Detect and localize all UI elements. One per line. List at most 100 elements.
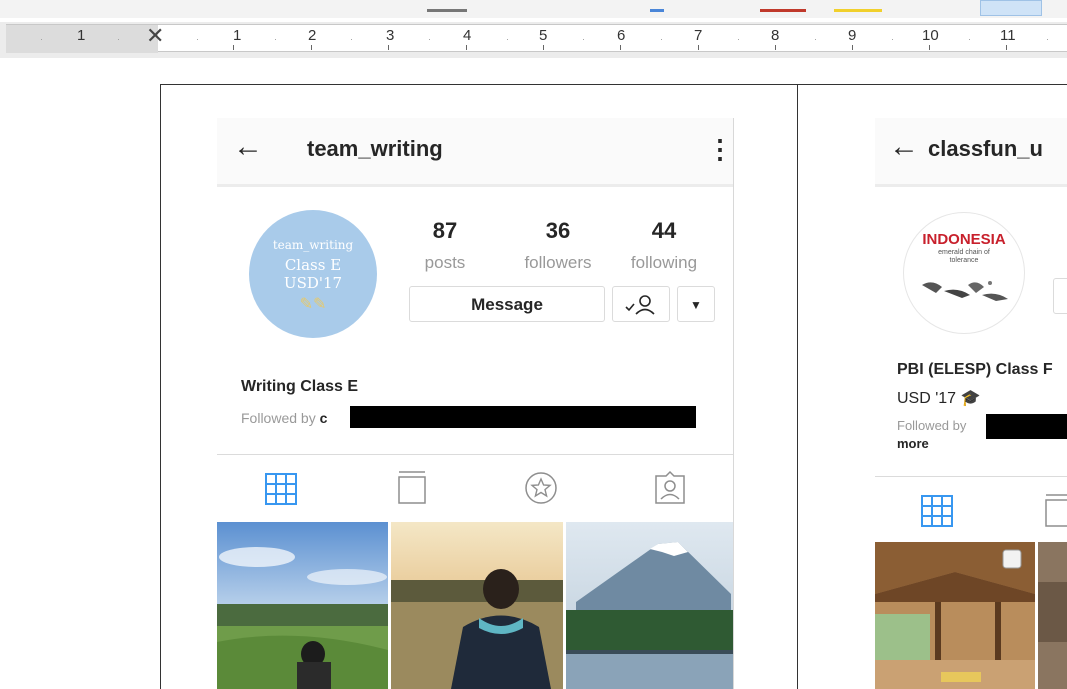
post-thumbnail[interactable]: [875, 542, 1035, 689]
followed-by-text[interactable]: Followed by: [897, 418, 966, 433]
post-thumbnail[interactable]: [391, 522, 563, 689]
ruler-tick: [466, 45, 467, 50]
post-thumbnail[interactable]: [217, 522, 388, 689]
tabs-divider: [217, 454, 733, 455]
toolbar-selected-box[interactable]: [980, 0, 1042, 16]
message-button[interactable]: [1053, 278, 1067, 314]
followed-by-user: c: [319, 410, 328, 426]
profile-username: team_writing: [307, 136, 443, 161]
post-thumbnail[interactable]: [1038, 542, 1067, 689]
table-border-top: [160, 84, 1067, 85]
followed-by-text[interactable]: Followed by c: [241, 410, 327, 426]
star-icon[interactable]: [524, 471, 558, 505]
instagram-profile-screenshot-2[interactable]: ← classfun_u INDONESIA emerald chain of …: [875, 118, 1067, 689]
avatar-logo-title: INDONESIA: [922, 231, 1006, 248]
following-check-user-icon: [625, 295, 655, 315]
avatar[interactable]: INDONESIA emerald chain of tolerance: [903, 212, 1025, 334]
avatar-logo-subtitle-line2: tolerance: [949, 257, 979, 264]
ruler-number: 9: [848, 27, 857, 44]
ruler-number: 1: [77, 27, 86, 44]
table-border-middle: [797, 84, 798, 689]
ruler-dot: ·: [660, 34, 663, 44]
bio-name: PBI (ELESP) Class F: [897, 361, 1053, 378]
toolbar-swatch-yellow[interactable]: [834, 9, 882, 12]
ruler-dot: ·: [814, 34, 817, 44]
toolbar-strip: [0, 0, 1067, 18]
redaction-bar: [986, 414, 1067, 439]
ruler-band: [6, 24, 1067, 52]
temple-photo: [1038, 542, 1067, 689]
table-border-left: [160, 84, 161, 689]
avatar-text-line2: Class E: [284, 256, 342, 274]
ruler-tick: [388, 45, 389, 50]
avatar[interactable]: team_writing Class E USD'17 ✎✎: [249, 210, 377, 338]
ruler-tick: [233, 45, 234, 50]
post-thumbnail[interactable]: [566, 522, 733, 689]
graduation-cap-icon: 🎓: [960, 390, 981, 407]
ruler-number: 4: [463, 27, 472, 44]
more-options-icon[interactable]: ⋮: [707, 134, 733, 165]
igtv-icon[interactable]: [398, 470, 426, 506]
ruler-dot: ·: [350, 34, 353, 44]
ruler-dot: ·: [1046, 34, 1049, 44]
toolbar-swatch-blue[interactable]: [650, 9, 664, 12]
ruler-dot: ·: [40, 34, 43, 44]
ruler-tick: [543, 45, 544, 50]
posts-count[interactable]: 87: [400, 218, 490, 244]
ruler-dot: ·: [117, 34, 120, 44]
ruler-number: 2: [308, 27, 317, 44]
ruler-number: 6: [617, 27, 626, 44]
suggestions-dropdown-button[interactable]: ▼: [677, 286, 715, 322]
ruler-dot: ·: [274, 34, 277, 44]
profile-header: ← team_writing ⋮: [217, 118, 733, 187]
following-count[interactable]: 44: [619, 218, 709, 244]
indent-marker-icon[interactable]: ✕: [146, 23, 164, 49]
ruler-dot: ·: [428, 34, 431, 44]
ruler-number: 10: [922, 27, 939, 44]
tagged-icon[interactable]: [653, 470, 687, 506]
ruler-tick: [698, 45, 699, 50]
toolbar-swatch-red[interactable]: [760, 9, 806, 12]
tabs-divider: [875, 476, 1067, 477]
posts-label: posts: [424, 253, 466, 272]
pavilion-photo: [875, 542, 1035, 689]
grid-icon[interactable]: [264, 472, 298, 506]
toolbar-swatch-gray[interactable]: [427, 9, 467, 12]
ruler-tick: [1006, 45, 1007, 50]
ruler-number: 5: [539, 27, 548, 44]
ruler-number: 3: [386, 27, 395, 44]
ruler-dot: ·: [891, 34, 894, 44]
ruler-tick: [311, 45, 312, 50]
more-link[interactable]: more: [897, 436, 929, 451]
volcano-photo: [566, 522, 733, 689]
bio-name: Writing Class E: [241, 378, 359, 395]
indonesia-map-icon: [922, 281, 1008, 301]
ruler-dot: ·: [968, 34, 971, 44]
igtv-icon[interactable]: [1045, 493, 1067, 529]
horizontal-ruler[interactable]: · 1 · ✕ · 1 · 2 · 3 · 4 · 5 · 6 · 7 · 8 …: [0, 22, 1067, 58]
following-button[interactable]: [612, 286, 670, 322]
ruler-number: 1: [233, 27, 242, 44]
ruler-number: 8: [771, 27, 780, 44]
ruler-dot: ·: [582, 34, 585, 44]
ruler-tick: [929, 45, 930, 50]
back-arrow-icon[interactable]: ←: [233, 130, 263, 164]
ruler-dot: ·: [506, 34, 509, 44]
ruler-number: 11: [1000, 27, 1016, 44]
ruler-tick: [620, 45, 621, 50]
followers-count[interactable]: 36: [513, 218, 603, 244]
sunset-photo: [391, 522, 563, 689]
instagram-profile-screenshot-1[interactable]: ← team_writing ⋮ team_writing Class E US…: [217, 118, 734, 689]
avatar-logo-subtitle-line1: emerald chain of: [938, 249, 990, 256]
ruler-tick: [852, 45, 853, 50]
avatar-text-line3: USD'17: [283, 274, 343, 292]
message-button[interactable]: Message: [409, 286, 605, 322]
followers-label: followers: [524, 253, 592, 272]
ruler-tick: [775, 45, 776, 50]
following-label: following: [630, 253, 698, 272]
ruler-number: 7: [694, 27, 703, 44]
avatar-text-line1: team_writing: [272, 238, 354, 252]
grid-icon[interactable]: [920, 494, 954, 528]
pencil-icon: ✎✎: [299, 294, 327, 313]
back-arrow-icon[interactable]: ←: [889, 130, 919, 164]
